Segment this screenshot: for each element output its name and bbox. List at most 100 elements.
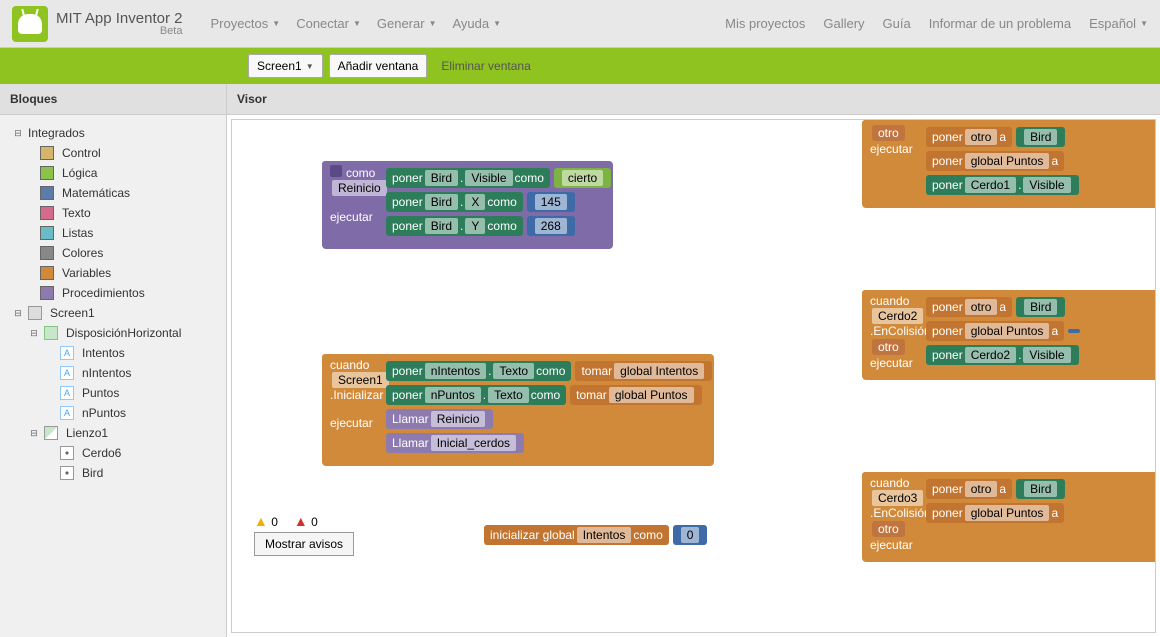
procedure-name-field[interactable]: Reinicio — [332, 180, 387, 196]
category-icon — [40, 186, 54, 200]
category-icon — [40, 266, 54, 280]
set-variable-block[interactable]: poner global Puntos a — [926, 151, 1064, 171]
true-block[interactable]: cierto — [554, 168, 611, 188]
menu-projects[interactable]: Proyectos▼ — [210, 16, 280, 31]
menu-help[interactable]: Ayuda▼ — [453, 16, 502, 31]
tree-screen1[interactable]: ⊟Screen1 — [4, 303, 222, 323]
menu-gallery[interactable]: Gallery — [823, 16, 864, 31]
menu-report[interactable]: Informar de un problema — [929, 16, 1071, 31]
call-procedure-block[interactable]: Llamar Inicial_cerdos — [386, 433, 524, 453]
chevron-down-icon: ▼ — [1140, 19, 1148, 28]
set-property-block[interactable]: poner Bird. Visible como — [386, 168, 550, 188]
chevron-down-icon: ▼ — [429, 19, 437, 28]
set-property-block[interactable]: poner Bird. X como — [386, 192, 523, 212]
show-warnings-button[interactable]: Mostrar avisos — [254, 532, 354, 556]
menu-connect[interactable]: Conectar▼ — [296, 16, 361, 31]
set-variable-block[interactable]: poner otro a — [926, 479, 1012, 499]
tree-logic[interactable]: Lógica — [4, 163, 222, 183]
tree-procedures[interactable]: Procedimientos — [4, 283, 222, 303]
param-chip[interactable]: otro — [872, 521, 905, 537]
param-chip[interactable]: otro — [872, 339, 905, 355]
remove-screen-button[interactable]: Eliminar ventana — [433, 55, 538, 77]
brand: MIT App Inventor 2 Beta — [56, 10, 182, 37]
category-icon — [40, 226, 54, 240]
tree-colors[interactable]: Colores — [4, 243, 222, 263]
chevron-down-icon: ▼ — [353, 19, 361, 28]
number-block[interactable]: 268 — [527, 216, 575, 236]
menu-my-projects[interactable]: Mis proyectos — [725, 16, 805, 31]
chevron-down-icon: ▼ — [272, 19, 280, 28]
call-procedure-block[interactable]: Llamar Reinicio — [386, 409, 493, 429]
tree-intentos[interactable]: AIntentos — [4, 343, 222, 363]
tree-nintentos[interactable]: AnIntentos — [4, 363, 222, 383]
collapse-icon: ⊟ — [28, 327, 40, 339]
label-icon: A — [60, 386, 74, 400]
set-variable-block[interactable]: poner global Puntos a — [926, 503, 1064, 523]
tree-canvas[interactable]: ⊟Lienzo1 — [4, 423, 222, 443]
canvas-icon — [44, 426, 58, 440]
collapse-icon: ⊟ — [28, 427, 40, 439]
category-icon — [40, 146, 54, 160]
get-variable-block[interactable]: tomar global Puntos — [570, 385, 701, 405]
viewer-panel-header: Visor — [227, 84, 1160, 115]
event-block[interactable]: cuando Cerdo2.EnColisiónConotroejecutar … — [862, 290, 1156, 380]
label-icon: A — [60, 406, 74, 420]
component-block[interactable]: Bird — [1016, 297, 1065, 317]
tree-builtin[interactable]: ⊟Integrados — [4, 123, 222, 143]
app-logo — [12, 6, 48, 42]
category-icon — [40, 166, 54, 180]
number-block[interactable]: 0 — [673, 525, 708, 545]
tree-bird[interactable]: Bird — [4, 463, 222, 483]
menu-language[interactable]: Español▼ — [1089, 16, 1148, 31]
component-block[interactable]: Bird — [1016, 127, 1065, 147]
error-count: 0 — [311, 515, 318, 529]
param-chip[interactable]: otro — [872, 125, 905, 141]
tree-control[interactable]: Control — [4, 143, 222, 163]
event-block[interactable]: cuando Screen1.Inicializarejecutar poner… — [322, 354, 714, 466]
screen-select[interactable]: Screen1▼ — [248, 54, 323, 78]
brand-sub: Beta — [160, 25, 183, 37]
procedure-definition-block[interactable]: como Reinicioejecutar poner Bird. Visibl… — [322, 161, 613, 249]
set-variable-block[interactable]: poner otro a — [926, 297, 1012, 317]
layout-icon — [44, 326, 58, 340]
add-screen-button[interactable]: Añadir ventana — [329, 54, 428, 78]
tree-lists[interactable]: Listas — [4, 223, 222, 243]
collapse-icon: ⊟ — [12, 307, 24, 319]
tree-npuntos[interactable]: AnPuntos — [4, 403, 222, 423]
error-icon: 0 — [294, 513, 318, 529]
menu-generate[interactable]: Generar▼ — [377, 16, 437, 31]
category-icon — [40, 246, 54, 260]
gear-icon[interactable] — [330, 165, 342, 177]
category-icon — [40, 286, 54, 300]
tree-puntos[interactable]: APuntos — [4, 383, 222, 403]
tree-variables[interactable]: Variables — [4, 263, 222, 283]
blocks-canvas[interactable]: como Reinicioejecutar poner Bird. Visibl… — [231, 119, 1156, 633]
set-property-block[interactable]: poner Cerdo2. Visible — [926, 345, 1079, 365]
event-block[interactable]: otroejecutar poner otro aBird poner glob… — [862, 120, 1156, 208]
screen-bar: Screen1▼ Añadir ventana Eliminar ventana — [0, 48, 1160, 84]
set-variable-block[interactable]: poner global Puntos a — [926, 321, 1064, 341]
set-property-block[interactable]: poner Bird. Y como — [386, 216, 523, 236]
label-icon: A — [60, 366, 74, 380]
chevron-down-icon: ▼ — [493, 19, 501, 28]
init-global-block[interactable]: inicializar global Intentos como — [484, 525, 669, 545]
tree-layout[interactable]: ⊟DisposiciónHorizontal — [4, 323, 222, 343]
screen-icon — [28, 306, 42, 320]
tree-text[interactable]: Texto — [4, 203, 222, 223]
get-variable-block[interactable]: tomar global Intentos — [575, 361, 712, 381]
number-block[interactable]: 145 — [527, 192, 575, 212]
set-variable-block[interactable]: poner otro a — [926, 127, 1012, 147]
event-block[interactable]: cuando Cerdo3.EnColisiónConotroejecutar … — [862, 472, 1156, 562]
blocks-tree: ⊟Integrados Control Lógica Matemáticas T… — [0, 115, 226, 491]
component-block[interactable]: Bird — [1016, 479, 1065, 499]
warning-count: 0 — [271, 515, 278, 529]
label-icon: A — [60, 346, 74, 360]
sprite-icon — [60, 466, 74, 480]
set-property-block[interactable]: poner nIntentos. Texto como — [386, 361, 571, 381]
set-property-block[interactable]: poner Cerdo1. Visible — [926, 175, 1079, 195]
tree-cerdo6[interactable]: Cerdo6 — [4, 443, 222, 463]
menu-guide[interactable]: Guía — [883, 16, 911, 31]
tree-math[interactable]: Matemáticas — [4, 183, 222, 203]
set-property-block[interactable]: poner nPuntos. Texto como — [386, 385, 566, 405]
blocks-panel-header: Bloques — [0, 84, 226, 115]
